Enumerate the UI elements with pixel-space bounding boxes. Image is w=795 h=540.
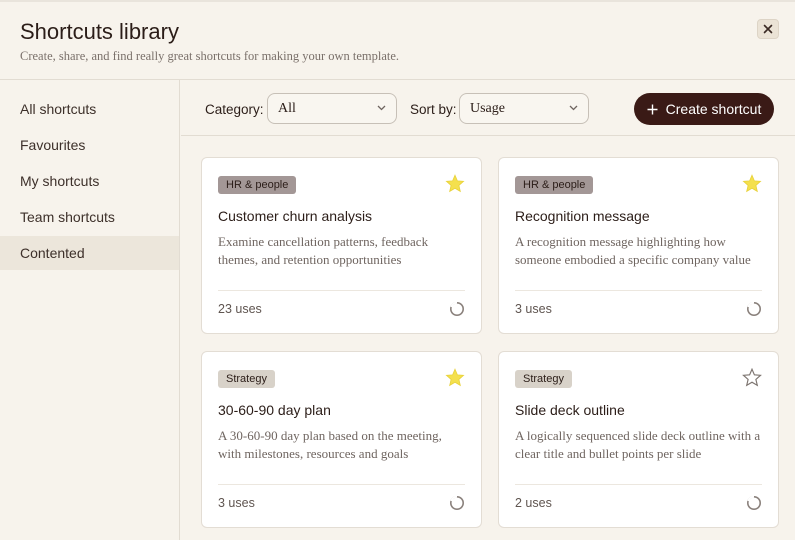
toolbar: Category: All Sort by: Usage Create shor…: [181, 80, 795, 136]
card-description: A recognition message highlighting how s…: [515, 234, 751, 267]
sidebar-item-contented[interactable]: Contented: [0, 236, 179, 270]
star-outline-icon[interactable]: [742, 368, 762, 387]
usage-ring-icon: [450, 301, 464, 316]
category-tag: HR & people: [218, 176, 297, 194]
shortcut-card[interactable]: Strategy Slide deck outline A logically …: [498, 351, 779, 528]
card-description: A logically sequenced slide deck outline…: [515, 428, 761, 461]
usage-ring-icon: [747, 495, 761, 510]
create-shortcut-button[interactable]: Create shortcut: [634, 93, 774, 125]
sidebar-item-team-shortcuts[interactable]: Team shortcuts: [0, 200, 179, 234]
sidebar-item-my-shortcuts[interactable]: My shortcuts: [0, 164, 179, 198]
usage-count: 23 uses: [218, 302, 262, 316]
sidebar-item-favourites[interactable]: Favourites: [0, 128, 179, 162]
card-description: Examine cancellation patterns, feedback …: [218, 234, 429, 267]
sort-select-value: Usage: [470, 100, 505, 116]
star-filled-icon[interactable]: [445, 368, 465, 387]
star-filled-icon[interactable]: [742, 174, 762, 193]
shortcut-card[interactable]: HR & people Recognition message A recogn…: [498, 157, 779, 334]
sort-select[interactable]: Usage: [459, 93, 589, 124]
close-button[interactable]: [757, 19, 779, 39]
sort-label: Sort by:: [410, 102, 457, 117]
card-description: A 30-60-90 day plan based on the meeting…: [218, 428, 442, 461]
card-divider: [218, 290, 465, 291]
card-divider: [218, 484, 465, 485]
card-title: 30-60-90 day plan: [218, 402, 331, 418]
shortcut-card[interactable]: HR & people Customer churn analysis Exam…: [201, 157, 482, 334]
create-shortcut-label: Create shortcut: [665, 101, 762, 117]
category-select[interactable]: All: [267, 93, 397, 124]
shortcut-card[interactable]: Strategy 30-60-90 day plan A 30-60-90 da…: [201, 351, 482, 528]
header: Shortcuts library Create, share, and fin…: [0, 0, 795, 80]
category-tag: HR & people: [515, 176, 594, 194]
category-label: Category:: [205, 102, 264, 117]
usage-ring-icon: [747, 301, 761, 316]
card-title: Customer churn analysis: [218, 208, 373, 224]
usage-count: 3 uses: [515, 302, 552, 316]
category-tag: Strategy: [218, 370, 275, 388]
star-filled-icon[interactable]: [445, 174, 465, 193]
plus-icon: [647, 104, 658, 114]
sidebar: All shortcuts Favourites My shortcuts Te…: [0, 80, 180, 540]
usage-count: 3 uses: [218, 496, 255, 510]
card-divider: [515, 290, 762, 291]
chevron-down-icon: [569, 105, 578, 111]
sidebar-item-all-shortcuts[interactable]: All shortcuts: [0, 92, 179, 126]
card-title: Slide deck outline: [515, 402, 625, 418]
category-tag: Strategy: [515, 370, 572, 388]
category-select-value: All: [278, 100, 296, 116]
page-subtitle: Create, share, and find really great sho…: [20, 49, 400, 63]
page-title: Shortcuts library: [20, 19, 179, 44]
card-divider: [515, 484, 762, 485]
close-icon: [763, 24, 773, 34]
usage-count: 2 uses: [515, 496, 552, 510]
chevron-down-icon: [377, 105, 386, 111]
card-title: Recognition message: [515, 208, 650, 224]
usage-ring-icon: [450, 495, 464, 510]
